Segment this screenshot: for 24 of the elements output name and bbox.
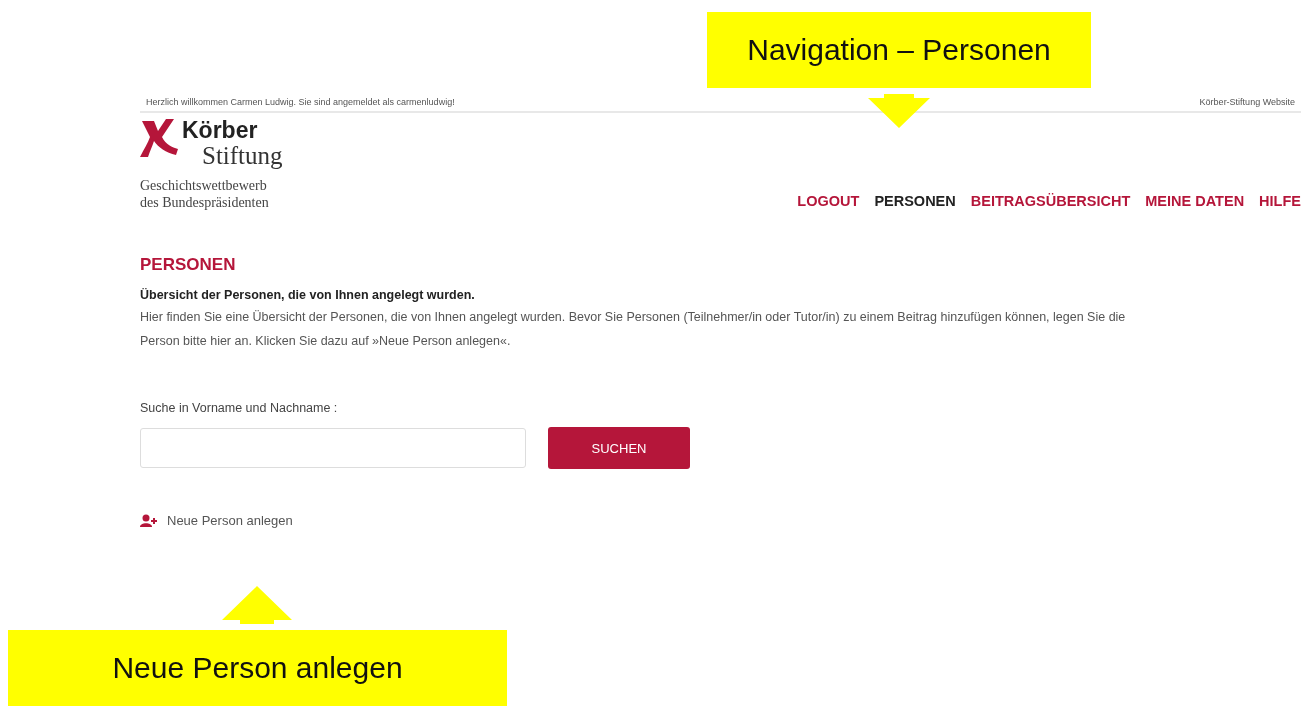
lead-text: Übersicht der Personen, die von Ihnen angelegt wurden. xyxy=(140,287,476,304)
logo-subtitle: des Bundespräsidenten xyxy=(140,194,270,211)
arrow-icon xyxy=(222,586,292,624)
new-person-link[interactable]: Neue Person anlegen xyxy=(140,513,293,528)
nav-link[interactable]: PERSONEN xyxy=(874,193,956,209)
nav-link[interactable]: MEINE DATEN xyxy=(1145,193,1245,209)
page-heading: PERSONEN xyxy=(140,255,237,275)
logo-name: Körber xyxy=(182,117,259,143)
callout-label: Neue Person anlegen xyxy=(8,630,507,706)
website-link[interactable]: Körber-Stiftung Website xyxy=(1199,97,1295,107)
nav-link[interactable]: HILFE xyxy=(1259,193,1301,209)
intro-paragraph: Hier finden Sie eine Übersicht der Personen, die von Ihnen angelegt wurden. Bevor Sie Personen (Teilnehmer/in oder Tutor/in) zu einem Beitrag hinzufügen können, legen Sie die Person bitte hier an. Klicken Sie dazu auf »Neue Person anlegen«. xyxy=(140,309,1127,350)
arrow-icon xyxy=(868,94,930,128)
nav-link[interactable]: BEITRAGSÜBERSICHT xyxy=(970,193,1131,209)
search-button[interactable]: SUCHEN xyxy=(548,427,690,469)
logo-icon xyxy=(140,117,180,157)
callout-label: Navigation – Personen xyxy=(707,12,1091,88)
logo-subtitle: Geschichtswettbewerb xyxy=(140,177,268,194)
welcome-text: Herzlich willkommen Carmen Ludwig. Sie sind angemeldet als carmenludwig! xyxy=(146,97,455,107)
add-user-icon xyxy=(140,514,157,527)
search-label: Suche in Vorname und Nachname : xyxy=(140,401,339,415)
nav-link[interactable]: LOGOUT xyxy=(797,193,860,209)
logo-name: Stiftung xyxy=(202,143,283,169)
search-field[interactable] xyxy=(140,428,526,468)
